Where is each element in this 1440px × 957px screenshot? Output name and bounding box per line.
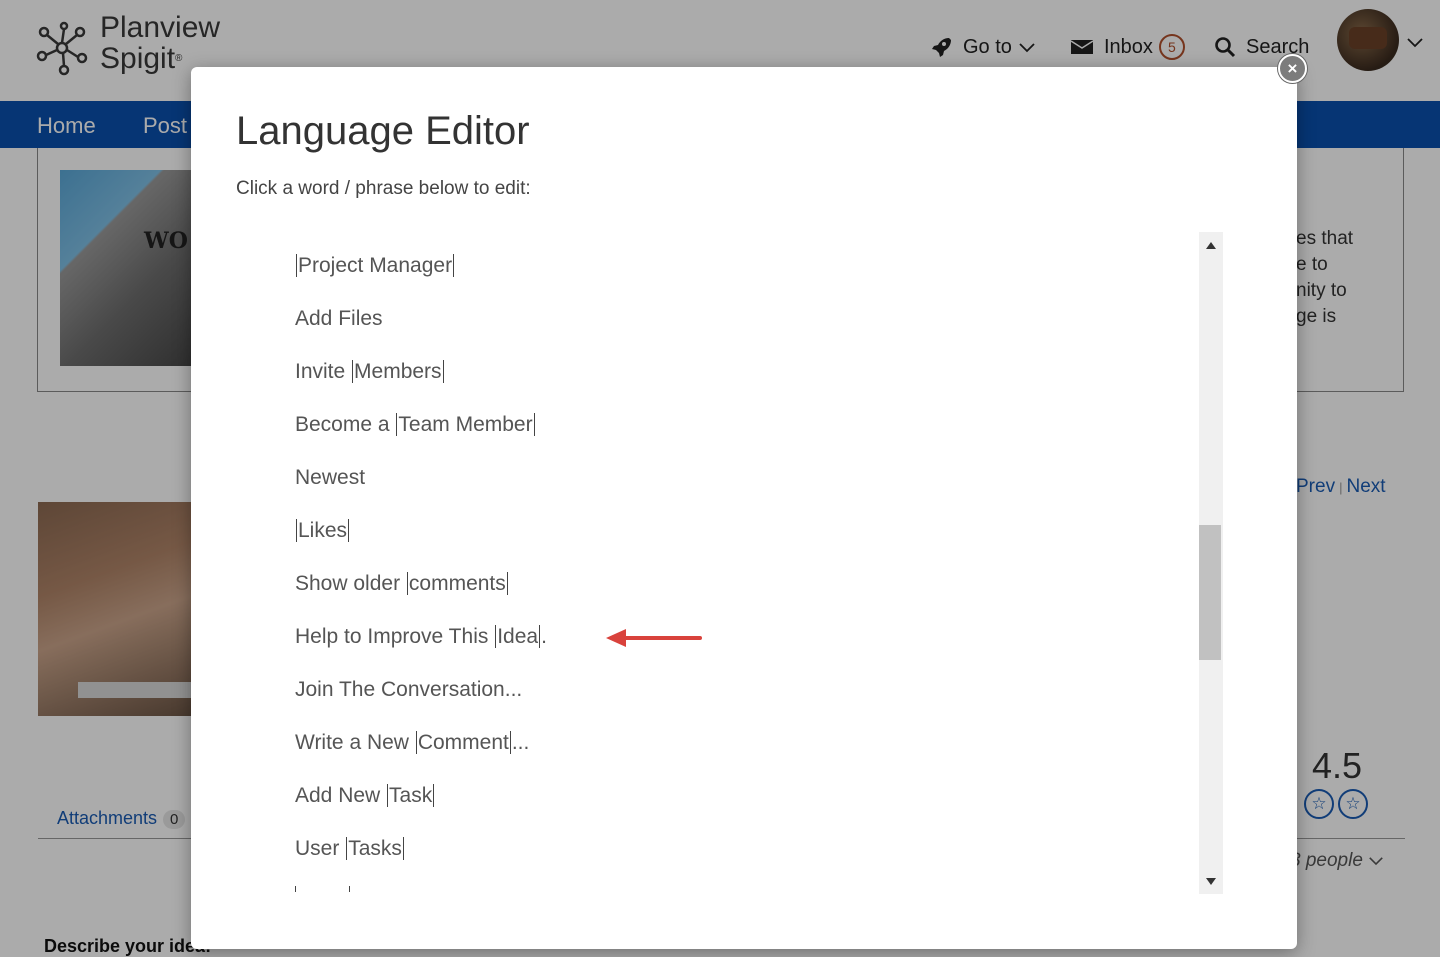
phrase-text: Show older: [295, 572, 406, 595]
phrase-item[interactable]: Likes: [295, 519, 350, 543]
phrase-text: Write a New: [295, 731, 415, 754]
phrase-item[interactable]: Become a Team Member: [295, 413, 536, 437]
phrase-item[interactable]: Add New Task: [295, 784, 435, 808]
phrase-text: .: [541, 625, 547, 648]
phrase-token[interactable]: Project Manager: [296, 254, 455, 277]
red-arrow-annotation-icon: [606, 629, 702, 647]
phrase-token[interactable]: Team Member: [396, 413, 535, 436]
phrase-list-scrollbar[interactable]: [1199, 232, 1223, 894]
phrase-item[interactable]: Write a New Comment...: [295, 731, 529, 755]
scrollbar-thumb[interactable]: [1199, 525, 1221, 660]
phrase-token[interactable]: Tasks: [346, 837, 404, 860]
phrase-item[interactable]: Join The Conversation...: [295, 678, 522, 702]
phrase-item[interactable]: Project Manager: [295, 254, 455, 278]
modal-subtitle: Click a word / phrase below to edit:: [236, 178, 531, 199]
modal-title: Language Editor: [236, 109, 530, 153]
phrase-item[interactable]: Add Files: [295, 307, 383, 331]
phrase-text: Add Files: [295, 307, 383, 330]
phrase-token[interactable]: Members: [352, 360, 444, 383]
phrase-text: Newest: [295, 466, 366, 489]
phrase-text: Add New: [295, 784, 387, 807]
phrase-text: ...: [511, 731, 530, 754]
phrase-text: User: [295, 837, 346, 860]
phrase-text: Become a: [295, 413, 396, 436]
phrase-token[interactable]: Task: [387, 784, 435, 807]
phrase-token[interactable]: Comment: [415, 731, 511, 754]
phrase-text: Invite: [295, 360, 352, 383]
phrase-item[interactable]: Newest: [295, 466, 365, 490]
phrase-item[interactable]: Help to Improve This Idea.: [295, 625, 547, 649]
phrase-item[interactable]: Invite Members: [295, 360, 445, 384]
close-icon[interactable]: ×: [1278, 54, 1307, 83]
phrase-text: Help to Improve This: [295, 625, 495, 648]
scroll-up-arrow-icon[interactable]: [1199, 236, 1223, 254]
phrase-text: Join The Conversation...: [295, 678, 523, 701]
phrase-token[interactable]: Idea: [495, 625, 541, 648]
scroll-down-arrow-icon[interactable]: [1199, 872, 1223, 890]
phrase-item[interactable]: User Tasks: [295, 837, 405, 861]
phrase-list: Project Manager Add Files Invite Members Be…: [295, 232, 1195, 894]
phrase-item[interactable]: Show older comments: [295, 572, 509, 596]
phrase-token[interactable]: Likes: [296, 519, 350, 542]
partial-phrase: [295, 886, 355, 894]
phrase-token[interactable]: comments: [406, 572, 508, 595]
